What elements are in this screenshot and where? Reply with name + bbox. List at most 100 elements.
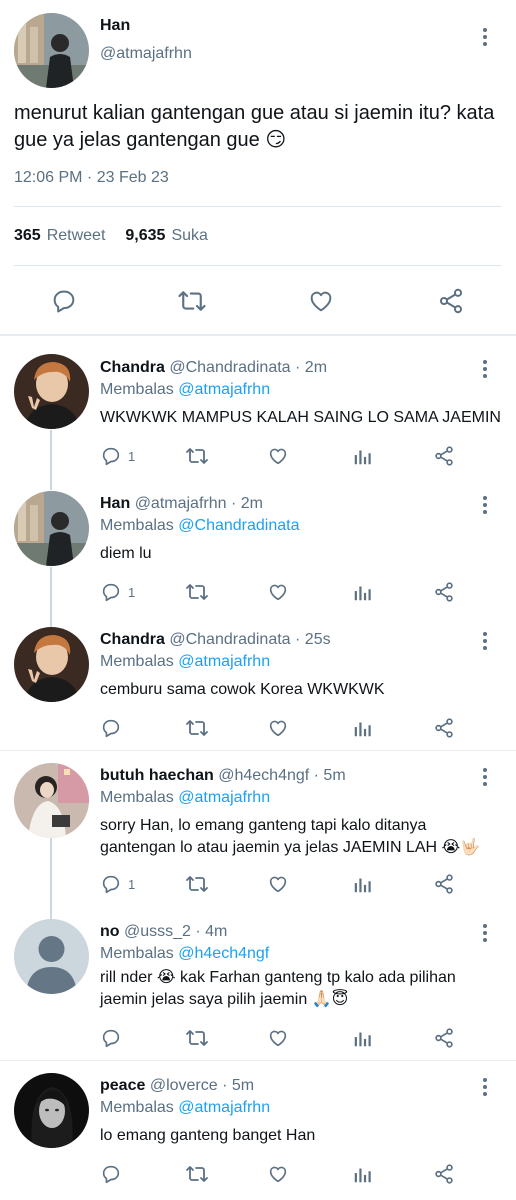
share-icon[interactable] <box>433 715 455 741</box>
like-label[interactable]: Suka <box>171 227 207 245</box>
bar-chart-icon[interactable] <box>352 443 374 469</box>
tweet-timestamp[interactable]: 12:06 PM · 23 Feb 23 <box>14 169 169 187</box>
more-vertical-icon[interactable] <box>482 768 488 786</box>
reply-action-bar: 1 <box>100 443 480 469</box>
reply-author-name[interactable]: Chandra <box>100 631 165 648</box>
bar-chart-icon[interactable] <box>352 871 374 897</box>
reply-count: 1 <box>128 876 136 892</box>
avatar-chandra[interactable] <box>14 354 89 429</box>
replying-to-prefix: Membalas <box>100 653 174 670</box>
retweet-icon[interactable] <box>185 443 209 469</box>
replying-to-link[interactable]: @atmajafrhn <box>178 1099 270 1116</box>
share-icon[interactable] <box>431 281 471 321</box>
reply-author-name[interactable]: Han <box>100 495 130 512</box>
more-vertical-icon[interactable] <box>482 28 488 46</box>
reply-action-bar: 1 <box>100 579 480 605</box>
retweet-icon[interactable] <box>172 281 212 321</box>
reply-action-bar: 1 <box>100 871 480 897</box>
share-icon[interactable] <box>433 1025 455 1051</box>
reply-author-meta[interactable]: @Chandradinata · 2m <box>169 359 327 376</box>
share-icon[interactable] <box>433 579 455 605</box>
comment-bubble-icon[interactable]: 1 <box>100 579 135 605</box>
retweet-label[interactable]: Retweet <box>47 227 106 245</box>
comment-bubble-icon[interactable]: 1 <box>100 871 135 897</box>
replying-to: Membalas @atmajafrhn <box>100 653 270 671</box>
replying-to-prefix: Membalas <box>100 517 174 534</box>
avatar-chandra[interactable] <box>14 627 89 702</box>
avatar-han[interactable] <box>14 13 89 88</box>
reply-count: 1 <box>128 448 136 464</box>
reply-text: WKWKWK MAMPUS KALAH SAING LO SAMA JAEMIN <box>100 409 501 426</box>
comment-bubble-icon[interactable] <box>100 1025 128 1051</box>
reply-action-bar <box>100 1025 480 1051</box>
replying-to-prefix: Membalas <box>100 789 174 806</box>
avatar-butuh-haechan[interactable] <box>14 763 89 838</box>
retweet-icon[interactable] <box>185 871 209 897</box>
reply-author-meta[interactable]: @atmajafrhn · 2m <box>135 495 263 512</box>
reply-author-name[interactable]: butuh haechan <box>100 767 214 784</box>
bar-chart-icon[interactable] <box>352 579 374 605</box>
more-vertical-icon[interactable] <box>482 496 488 514</box>
section-separator <box>0 750 516 751</box>
reply-action-bar <box>100 1161 480 1187</box>
heart-icon[interactable] <box>267 1025 289 1051</box>
reply-author-meta[interactable]: @loverce · 5m <box>150 1077 254 1094</box>
reply-count: 1 <box>128 584 136 600</box>
bar-chart-icon[interactable] <box>352 1161 374 1187</box>
reply-text: cemburu sama cowok Korea WKWKWK <box>100 681 385 698</box>
heart-icon[interactable] <box>267 715 289 741</box>
heart-icon[interactable] <box>301 281 341 321</box>
divider <box>14 206 502 207</box>
replying-to-prefix: Membalas <box>100 945 174 962</box>
replying-to-link[interactable]: @atmajafrhn <box>178 381 270 398</box>
avatar-default[interactable] <box>14 919 89 994</box>
reply-header: Han @atmajafrhn · 2m <box>100 495 263 513</box>
avatar-peace[interactable] <box>14 1073 89 1148</box>
reply-author-name[interactable]: peace <box>100 1077 145 1094</box>
share-icon[interactable] <box>433 1161 455 1187</box>
heart-icon[interactable] <box>267 871 289 897</box>
bar-chart-icon[interactable] <box>352 715 374 741</box>
comment-bubble-icon[interactable] <box>100 715 128 741</box>
reply-author-meta[interactable]: @usss_2 · 4m <box>124 923 227 940</box>
reply-author-meta[interactable]: @h4ech4ngf · 5m <box>218 767 345 784</box>
comment-bubble-icon[interactable]: 1 <box>100 443 135 469</box>
heart-icon[interactable] <box>267 443 289 469</box>
avatar-han[interactable] <box>14 491 89 566</box>
heart-icon[interactable] <box>267 579 289 605</box>
replying-to-link[interactable]: @atmajafrhn <box>178 653 270 670</box>
replying-to-prefix: Membalas <box>100 1099 174 1116</box>
reply-text: lo emang ganteng banget Han <box>100 1127 316 1144</box>
retweet-icon[interactable] <box>185 715 209 741</box>
more-vertical-icon[interactable] <box>482 1078 488 1096</box>
like-count[interactable]: 9,635 <box>125 227 165 245</box>
replying-to-link[interactable]: @Chandradinata <box>178 517 299 534</box>
replying-to-link[interactable]: @h4ech4ngf <box>178 945 269 962</box>
reply-header: no @usss_2 · 4m <box>100 923 227 941</box>
retweet-icon[interactable] <box>185 1025 209 1051</box>
replying-to-link[interactable]: @atmajafrhn <box>178 789 270 806</box>
share-icon[interactable] <box>433 871 455 897</box>
bar-chart-icon[interactable] <box>352 1025 374 1051</box>
comment-bubble-icon[interactable] <box>100 1161 128 1187</box>
reply-author-name[interactable]: Chandra <box>100 359 165 376</box>
retweet-icon[interactable] <box>185 579 209 605</box>
more-vertical-icon[interactable] <box>482 632 488 650</box>
comment-bubble-icon[interactable] <box>44 281 84 321</box>
share-icon[interactable] <box>433 443 455 469</box>
more-vertical-icon[interactable] <box>482 360 488 378</box>
reply-action-bar <box>100 715 480 741</box>
more-vertical-icon[interactable] <box>482 924 488 942</box>
section-separator <box>0 1060 516 1061</box>
replying-to: Membalas @h4ech4ngf <box>100 945 269 963</box>
reply-header: Chandra @Chandradinata · 25s <box>100 631 331 649</box>
retweet-icon[interactable] <box>185 1161 209 1187</box>
reply-author-name[interactable]: no <box>100 923 120 940</box>
reply-text: sorry Han, lo emang ganteng tapi kalo di… <box>100 817 481 856</box>
replying-to-prefix: Membalas <box>100 381 174 398</box>
reply-author-meta[interactable]: @Chandradinata · 25s <box>169 631 330 648</box>
author-name[interactable]: Han <box>100 17 130 35</box>
heart-icon[interactable] <box>267 1161 289 1187</box>
author-handle[interactable]: @atmajafrhn <box>100 45 192 63</box>
retweet-count[interactable]: 365 <box>14 227 41 245</box>
